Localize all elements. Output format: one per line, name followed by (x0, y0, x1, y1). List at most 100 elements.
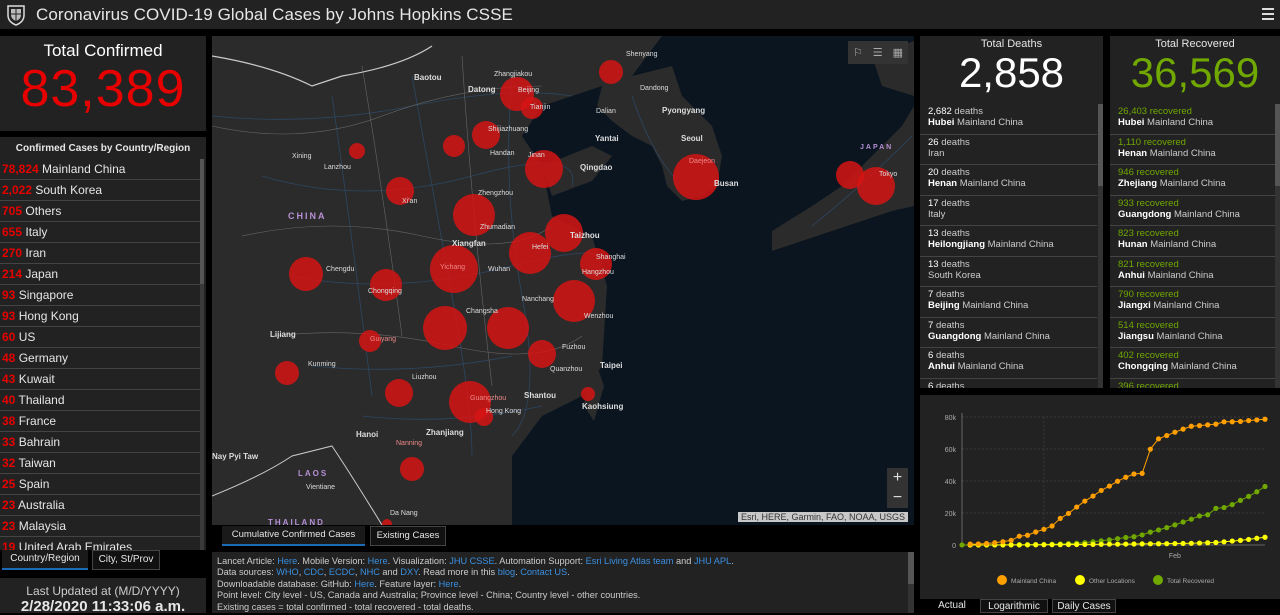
info-link[interactable]: Here (277, 556, 297, 566)
case-bubble[interactable] (581, 387, 595, 401)
data-point[interactable] (1016, 533, 1022, 539)
info-link[interactable]: WHO (276, 567, 298, 577)
deaths-row[interactable]: 20 deaths Henan Mainland China (920, 165, 1097, 196)
info-link[interactable]: JHU APL (694, 556, 731, 566)
data-point[interactable] (1196, 540, 1203, 546)
data-point[interactable] (1131, 471, 1137, 477)
deaths-row[interactable]: 7 deaths Beijing Mainland China (920, 287, 1097, 318)
tab-country-region[interactable]: Country/Region (2, 550, 88, 570)
data-point[interactable] (1024, 542, 1031, 548)
case-bubble[interactable] (528, 340, 556, 368)
data-point[interactable] (1114, 541, 1121, 547)
country-row[interactable]: 2,022 South Korea (0, 180, 200, 201)
data-point[interactable] (1057, 515, 1063, 521)
data-point[interactable] (1172, 522, 1178, 528)
data-point[interactable] (1196, 513, 1203, 519)
data-point[interactable] (1246, 493, 1252, 499)
data-point[interactable] (1213, 421, 1219, 427)
case-bubble[interactable] (349, 143, 365, 159)
info-link[interactable]: JHU CSSE (449, 556, 494, 566)
country-row[interactable]: 655 Italy (0, 222, 200, 243)
deaths-scrollbar[interactable] (1098, 104, 1103, 388)
zoom-out-button[interactable]: − (887, 488, 908, 508)
legend-label[interactable]: Mainland China (1011, 578, 1057, 585)
data-point[interactable] (1155, 527, 1162, 533)
data-point[interactable] (1123, 534, 1129, 541)
data-point[interactable] (1155, 541, 1162, 547)
data-point[interactable] (1131, 541, 1137, 547)
data-point[interactable] (1254, 535, 1260, 541)
data-point[interactable] (1205, 512, 1211, 518)
recovered-row[interactable]: 790 recovered Jiangxi Mainland China (1110, 287, 1280, 318)
data-point[interactable] (1131, 534, 1137, 540)
data-point[interactable] (1024, 532, 1031, 538)
deaths-row[interactable]: 13 deaths Heilongjiang Mainland China (920, 226, 1097, 257)
data-point[interactable] (1196, 423, 1203, 429)
data-point[interactable] (1180, 426, 1186, 432)
country-list-scrollbar[interactable] (200, 159, 204, 551)
data-point[interactable] (1147, 541, 1153, 547)
data-point[interactable] (1246, 417, 1252, 424)
case-bubble[interactable] (289, 257, 323, 291)
tab-actual[interactable]: Actual (928, 599, 976, 613)
data-point[interactable] (1057, 542, 1063, 548)
data-point[interactable] (1065, 541, 1072, 548)
data-point[interactable] (1155, 436, 1162, 442)
data-point[interactable] (1139, 470, 1145, 476)
data-point[interactable] (1041, 542, 1047, 548)
tab-existing-cases[interactable]: Existing Cases (370, 526, 446, 546)
country-row[interactable]: 78,824 Mainland China (0, 159, 200, 180)
deaths-row[interactable]: 6 deaths Anhui Mainland China (920, 348, 1097, 379)
data-point[interactable] (1221, 539, 1227, 545)
info-link[interactable]: DXY (400, 567, 418, 577)
data-point[interactable] (1049, 542, 1055, 548)
data-point[interactable] (1074, 504, 1080, 510)
deaths-row[interactable]: 6 deaths (920, 379, 1097, 389)
recovered-row[interactable]: 514 recovered Jiangsu Mainland China (1110, 318, 1280, 348)
data-point[interactable] (992, 540, 998, 546)
deaths-row[interactable]: 13 deaths South Korea (920, 257, 1097, 287)
recovered-row[interactable]: 1,110 recovered Henan Mainland China (1110, 135, 1280, 165)
info-link[interactable]: Here (354, 579, 374, 589)
data-point[interactable] (1188, 540, 1194, 546)
data-point[interactable] (1016, 542, 1022, 548)
data-point[interactable] (1164, 541, 1170, 547)
data-point[interactable] (1114, 536, 1121, 542)
data-point[interactable] (1008, 537, 1014, 543)
country-row[interactable]: 93 Singapore (0, 285, 200, 306)
data-point[interactable] (1147, 529, 1153, 535)
data-point[interactable] (1262, 534, 1268, 540)
data-point[interactable] (1033, 529, 1039, 535)
data-point[interactable] (1254, 489, 1260, 495)
data-point[interactable] (1106, 483, 1113, 489)
tab-city-st-prov[interactable]: City, St/Prov (92, 550, 160, 570)
recovered-row[interactable]: 396 recovered (1110, 379, 1280, 389)
data-point[interactable] (967, 541, 973, 547)
tab-daily-cases[interactable]: Daily Cases (1052, 599, 1116, 613)
data-point[interactable] (1082, 498, 1088, 504)
map-attribution[interactable]: Esri, HERE, Garmin, FAO, NOAA, USGS (737, 512, 908, 522)
deaths-row[interactable]: 7 deaths Guangdong Mainland China (920, 318, 1097, 348)
deaths-row[interactable]: 2,682 deaths Hubei Mainland China (920, 104, 1097, 135)
info-link[interactable]: ECDC (329, 567, 355, 577)
data-point[interactable] (1049, 523, 1055, 529)
data-point[interactable] (1262, 416, 1268, 422)
data-point[interactable] (1237, 497, 1244, 503)
data-point[interactable] (1229, 419, 1235, 425)
data-point[interactable] (1237, 537, 1244, 543)
info-link[interactable]: blog (498, 567, 515, 577)
hamburger-menu-icon[interactable] (1262, 8, 1274, 20)
data-point[interactable] (1213, 539, 1219, 546)
data-point[interactable] (1221, 419, 1227, 425)
case-bubble[interactable] (423, 306, 467, 350)
data-point[interactable] (1221, 504, 1227, 511)
data-point[interactable] (1205, 422, 1211, 428)
country-row[interactable]: 33 Bahrain (0, 432, 200, 453)
data-point[interactable] (1090, 493, 1096, 499)
data-point[interactable] (1172, 429, 1178, 435)
data-point[interactable] (1237, 418, 1244, 425)
data-point[interactable] (1213, 505, 1219, 511)
info-link[interactable]: Here (439, 579, 459, 589)
data-point[interactable] (1254, 417, 1260, 423)
data-point[interactable] (1180, 540, 1186, 547)
